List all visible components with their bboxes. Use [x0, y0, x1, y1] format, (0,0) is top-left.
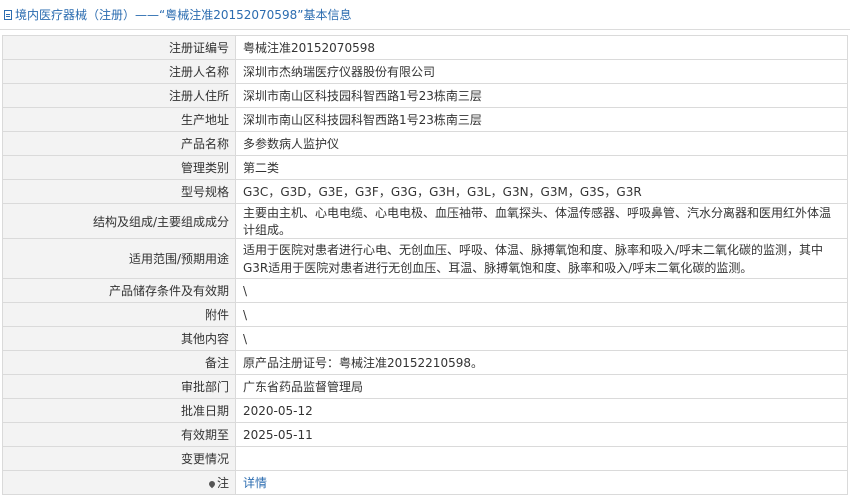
row-value: 深圳市杰纳瑞医疗仪器股份有限公司 — [235, 59, 848, 84]
row-label: 备注 — [2, 350, 236, 375]
row-value: 粤械注准20152070598 — [235, 35, 848, 60]
table-row: 注册人名称 深圳市杰纳瑞医疗仪器股份有限公司 — [2, 59, 848, 84]
table-row: 审批部门 广东省药品监督管理局 — [2, 374, 848, 399]
row-label: 管理类别 — [2, 155, 236, 180]
row-label: 型号规格 — [2, 179, 236, 204]
table-row: 有效期至 2025-05-11 — [2, 422, 848, 447]
detail-link[interactable]: 详情 — [243, 476, 267, 490]
row-label: 有效期至 — [2, 422, 236, 447]
row-label: 变更情况 — [2, 446, 236, 471]
row-label: 注册证编号 — [2, 35, 236, 60]
row-value: 2025-05-11 — [235, 422, 848, 447]
row-value: 第二类 — [235, 155, 848, 180]
row-label: 产品储存条件及有效期 — [2, 278, 236, 303]
row-value: 主要由主机、心电电缆、心电电极、血压袖带、血氧探头、体温传感器、呼吸鼻管、汽水分… — [235, 203, 848, 239]
row-value: 深圳市南山区科技园科智西路1号23栋南三层 — [235, 83, 848, 108]
table-row: 产品储存条件及有效期 \ — [2, 278, 848, 303]
note-label-cell: 注 — [2, 470, 236, 495]
row-value: \ — [235, 326, 848, 351]
row-value: 多参数病人监护仪 — [235, 131, 848, 156]
table-row-note: 注 详情 — [2, 470, 848, 495]
row-value: \ — [235, 278, 848, 303]
info-table-wrapper: 注册证编号 粤械注准20152070598 注册人名称 深圳市杰纳瑞医疗仪器股份… — [2, 35, 848, 495]
row-label: 适用范围/预期用途 — [2, 238, 236, 279]
row-value: 适用于医院对患者进行心电、无创血压、呼吸、体温、脉搏氧饱和度、脉率和吸入/呼末二… — [235, 238, 848, 279]
row-label: 审批部门 — [2, 374, 236, 399]
section-title: 境内医疗器械（注册） — [15, 8, 136, 22]
table-row: 批准日期 2020-05-12 — [2, 398, 848, 423]
table-row: 结构及组成/主要组成成分 主要由主机、心电电缆、心电电极、血压袖带、血氧探头、体… — [2, 203, 848, 239]
table-row: 适用范围/预期用途 适用于医院对患者进行心电、无创血压、呼吸、体温、脉搏氧饱和度… — [2, 238, 848, 279]
row-value: G3C，G3D，G3E，G3F，G3G，G3H，G3L，G3N，G3M，G3S，… — [235, 179, 848, 204]
info-table: 注册证编号 粤械注准20152070598 注册人名称 深圳市杰纳瑞医疗仪器股份… — [2, 35, 848, 495]
row-value: 2020-05-12 — [235, 398, 848, 423]
row-label: 注册人名称 — [2, 59, 236, 84]
table-row: 变更情况 — [2, 446, 848, 471]
title-suffix: 基本信息 — [303, 8, 352, 22]
row-value: 原产品注册证号：粤械注准20152210598。 — [235, 350, 848, 375]
row-value: 深圳市南山区科技园科智西路1号23栋南三层 — [235, 107, 848, 132]
table-row: 其他内容 \ — [2, 326, 848, 351]
table-row: 附件 \ — [2, 302, 848, 327]
row-label: 生产地址 — [2, 107, 236, 132]
table-row: 产品名称 多参数病人监护仪 — [2, 131, 848, 156]
row-label: 产品名称 — [2, 131, 236, 156]
certificate-title: “粤械注准20152070598” — [159, 8, 304, 22]
row-value: 广东省药品监督管理局 — [235, 374, 848, 399]
row-label: 其他内容 — [2, 326, 236, 351]
table-row: 备注 原产品注册证号：粤械注准20152210598。 — [2, 350, 848, 375]
table-row: 注册证编号 粤械注准20152070598 — [2, 35, 848, 60]
table-row: 生产地址 深圳市南山区科技园科智西路1号23栋南三层 — [2, 107, 848, 132]
table-row: 注册人住所 深圳市南山区科技园科智西路1号23栋南三层 — [2, 83, 848, 108]
row-label: 附件 — [2, 302, 236, 327]
pin-icon — [207, 479, 217, 488]
table-row: 型号规格 G3C，G3D，G3E，G3F，G3G，G3H，G3L，G3N，G3M… — [2, 179, 848, 204]
document-icon — [4, 9, 12, 20]
note-label: 注 — [216, 476, 229, 490]
row-value — [235, 446, 848, 471]
row-value: \ — [235, 302, 848, 327]
title-separator: —— — [135, 7, 160, 22]
row-label: 批准日期 — [2, 398, 236, 423]
page-header: 境内医疗器械（注册） —— “粤械注准20152070598” 基本信息 — [0, 0, 850, 30]
row-label: 注册人住所 — [2, 83, 236, 108]
note-value-cell: 详情 — [235, 470, 848, 495]
row-label: 结构及组成/主要组成成分 — [2, 203, 236, 239]
table-row: 管理类别 第二类 — [2, 155, 848, 180]
